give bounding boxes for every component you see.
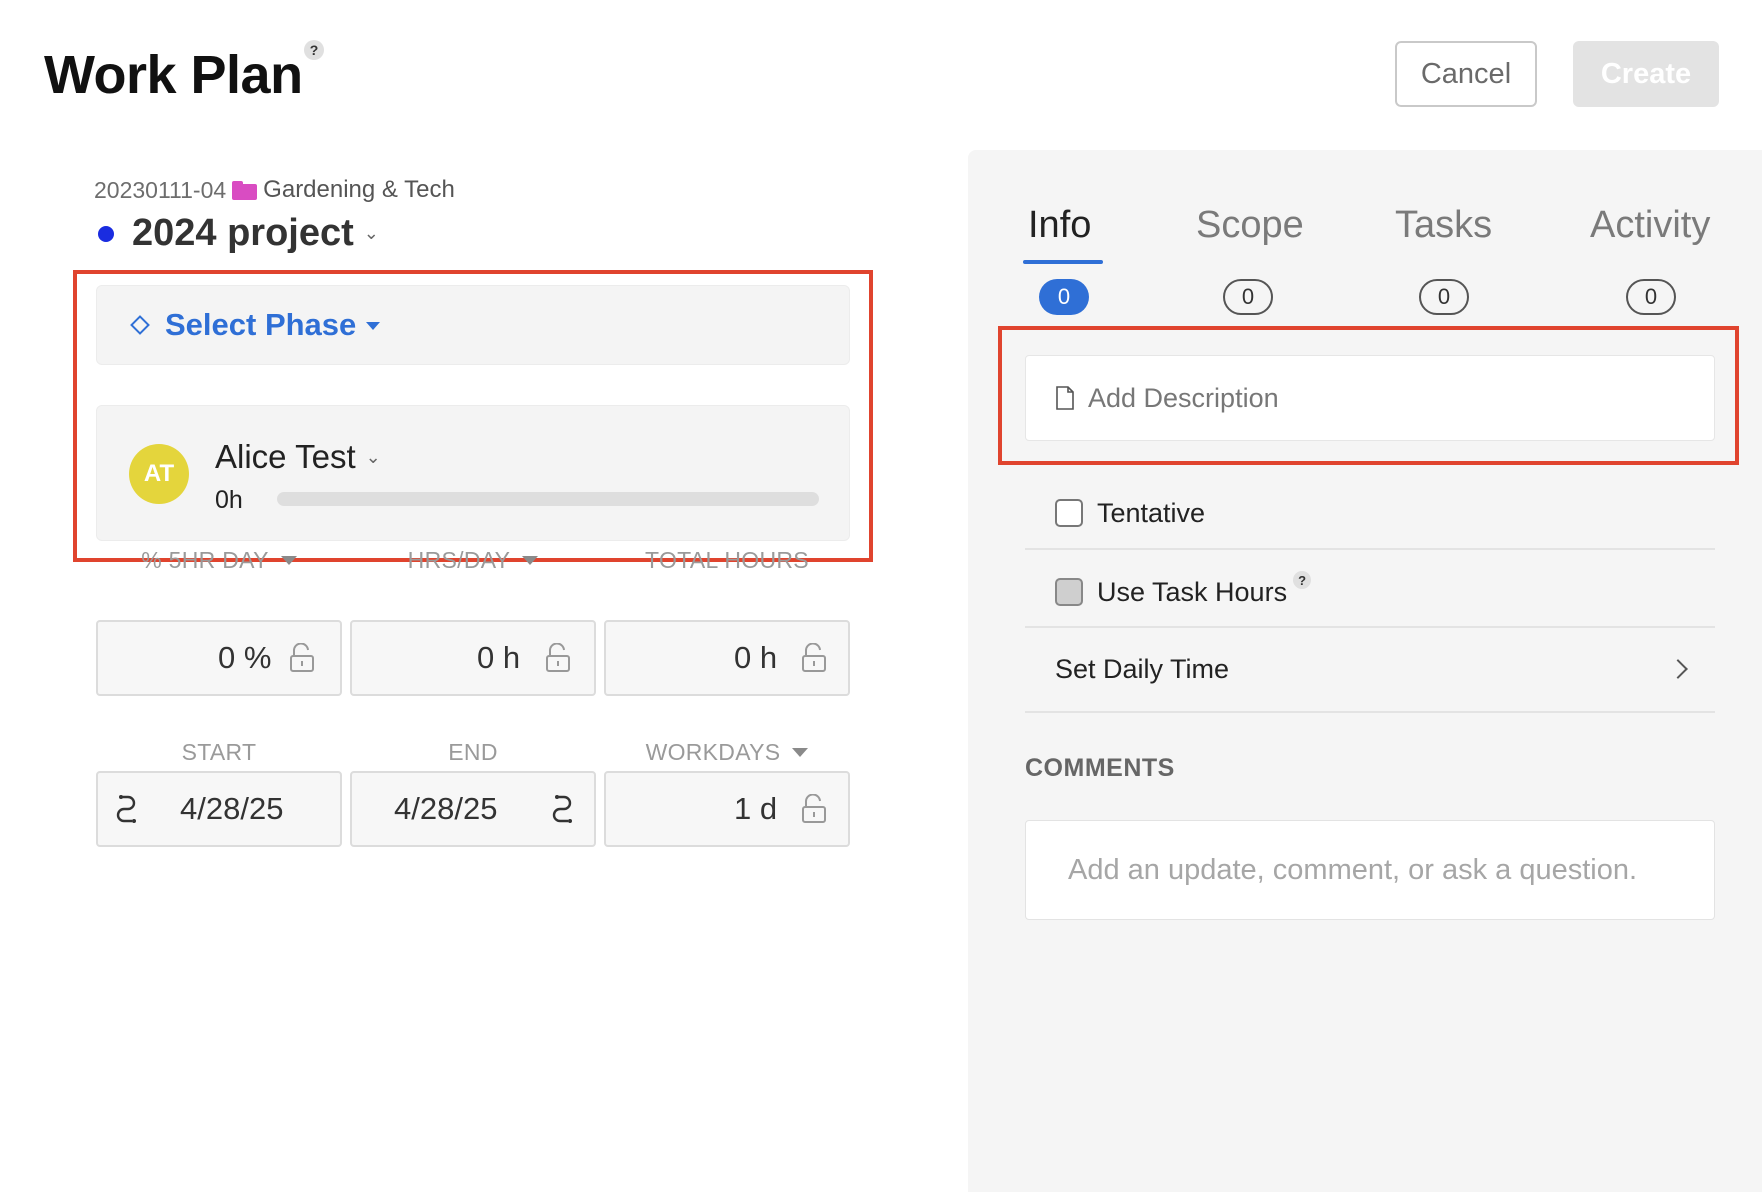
hrs-day-label[interactable]: HRS/DAY [350, 545, 596, 575]
hrs-day-value: 0 h [477, 640, 521, 675]
start-label-text: START [181, 738, 257, 765]
help-icon[interactable]: ? [304, 40, 324, 60]
total-hours-label: TOTAL HOURS [604, 545, 850, 575]
folder-icon [232, 180, 258, 200]
tentative-row[interactable]: Tentative [1025, 492, 1715, 534]
end-label: END [350, 737, 596, 767]
member-hours: 0h [215, 486, 243, 514]
diamond-icon [130, 315, 150, 335]
total-hours-field[interactable]: 0 h [604, 620, 850, 696]
comment-input[interactable]: Add an update, comment, or ask a questio… [1025, 820, 1715, 920]
caret-down-icon [792, 747, 809, 757]
tab-scope-count: 0 [1223, 279, 1273, 315]
project-selector[interactable]: 2024 project ⌄ [98, 212, 379, 255]
divider [1025, 548, 1715, 550]
total-hours-label-text: TOTAL HOURS [645, 546, 809, 573]
member-hours-bar [277, 492, 819, 506]
hrs-day-field[interactable]: 0 h [350, 620, 596, 696]
select-phase-dropdown[interactable]: Select Phase [96, 285, 850, 365]
workdays-label-text: WORKDAYS [645, 738, 781, 765]
use-task-hours-checkbox[interactable] [1055, 578, 1083, 606]
chevron-down-icon[interactable]: ⌄ [364, 223, 379, 244]
divider [1025, 711, 1715, 713]
document-icon [1056, 386, 1074, 410]
hrs-day-label-text: HRS/DAY [407, 546, 511, 573]
tab-activity[interactable]: Activity [1590, 204, 1710, 247]
unlock-icon[interactable] [801, 793, 827, 824]
member-card: AT Alice Test ⌄ 0h [96, 405, 850, 541]
pct-day-field[interactable]: 0 % [96, 620, 342, 696]
project-code: 20230111-04 [94, 176, 227, 203]
add-description-label: Add Description [1088, 382, 1279, 413]
pct-day-label[interactable]: % 5HR DAY [96, 545, 342, 575]
create-button[interactable]: Create [1573, 41, 1719, 107]
use-task-hours-row[interactable]: Use Task Hours ? [1025, 571, 1715, 613]
pct-day-value: 0 % [218, 640, 272, 675]
breadcrumb: 20230111-04 Gardening & Tech [94, 176, 455, 204]
set-daily-time-label: Set Daily Time [1055, 653, 1230, 684]
tentative-label: Tentative [1097, 497, 1206, 528]
end-label-text: END [448, 738, 498, 765]
caret-down-icon [522, 555, 539, 565]
unlock-icon[interactable] [545, 642, 571, 673]
start-date-value: 4/28/25 [180, 791, 284, 826]
tentative-checkbox[interactable] [1055, 499, 1083, 527]
use-task-hours-label: Use Task Hours [1097, 576, 1288, 607]
active-tab-indicator [1023, 260, 1103, 264]
pct-day-label-text: % 5HR DAY [141, 546, 269, 573]
caret-down-icon [366, 322, 381, 330]
set-daily-time-row[interactable]: Set Daily Time [1025, 648, 1715, 690]
date-link-icon[interactable] [552, 793, 576, 825]
member-selector[interactable]: Alice Test ⌄ [215, 438, 381, 476]
tab-tasks[interactable]: Tasks [1395, 204, 1492, 247]
end-date-field[interactable]: 4/28/25 [350, 771, 596, 847]
tab-scope[interactable]: Scope [1196, 204, 1304, 247]
total-hours-value: 0 h [734, 640, 778, 675]
workdays-label[interactable]: WORKDAYS [604, 737, 850, 767]
tab-tasks-count: 0 [1419, 279, 1469, 315]
help-icon[interactable]: ? [1293, 571, 1312, 589]
workdays-value: 1 d [734, 791, 778, 826]
tab-info[interactable]: Info [1028, 204, 1091, 247]
unlock-icon[interactable] [289, 642, 315, 673]
project-color-dot-icon [98, 225, 114, 242]
page-title: Work Plan [44, 45, 303, 105]
select-phase-label: Select Phase [165, 307, 357, 342]
project-name: 2024 project [132, 212, 354, 254]
tab-activity-count: 0 [1626, 279, 1676, 315]
comments-heading: COMMENTS [1025, 754, 1175, 782]
start-label: START [96, 737, 342, 767]
add-description-field[interactable]: Add Description [1025, 355, 1715, 441]
chevron-right-icon [1668, 659, 1688, 679]
end-date-value: 4/28/25 [394, 791, 498, 826]
unlock-icon[interactable] [801, 642, 827, 673]
tab-info-count: 0 [1039, 279, 1089, 315]
member-name: Alice Test [215, 438, 356, 475]
cancel-button[interactable]: Cancel [1395, 41, 1537, 107]
divider [1025, 626, 1715, 628]
avatar: AT [129, 444, 189, 504]
folder-name[interactable]: Gardening & Tech [263, 176, 455, 204]
caret-down-icon [280, 555, 297, 565]
start-date-field[interactable]: 4/28/25 [96, 771, 342, 847]
workdays-field[interactable]: 1 d [604, 771, 850, 847]
chevron-down-icon[interactable]: ⌄ [366, 447, 381, 468]
date-link-icon[interactable] [116, 793, 140, 825]
